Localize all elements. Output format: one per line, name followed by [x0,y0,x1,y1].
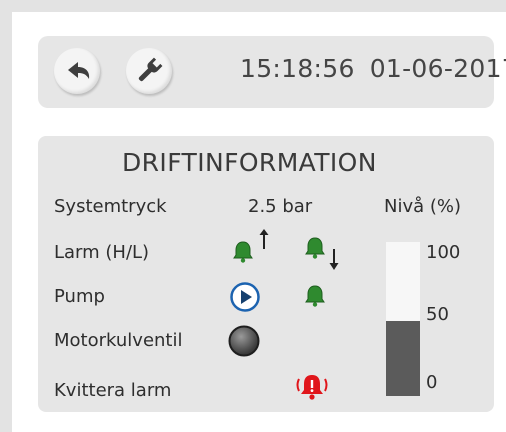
level-header: Nivå (%) [384,196,462,217]
level-tick-50: 50 [426,304,449,325]
toolbar: 15:18:56 01-06-2017 [38,36,506,108]
acknowledge-alarm-label: Kvittera larm [54,380,172,401]
level-tick-100: 100 [426,242,461,263]
panel-title: DRIFTINFORMATION [122,148,377,177]
arrow-down-icon [329,249,339,270]
alarm-hl-label: Larm (H/L) [54,242,150,263]
grey-valve-icon[interactable] [228,325,260,357]
operation-info-panel: DRIFTINFORMATION Systemtryck 2.5 bar Niv… [38,136,494,412]
green-bell-icon[interactable] [304,236,326,260]
system-pressure-label: Systemtryck [54,196,167,217]
system-pressure-value: 2.5 bar [248,196,313,217]
arrow-up-icon [259,229,269,249]
date-text: 01-06-2017 [369,54,506,83]
time-text: 15:18:56 [240,54,355,83]
level-tick-0: 0 [426,372,438,393]
window-frame-left [0,0,12,432]
back-button[interactable] [54,48,100,94]
settings-button[interactable] [126,48,172,94]
wrench-icon [138,57,163,82]
play-icon[interactable] [230,282,260,312]
window-frame-top [0,0,506,12]
level-gauge [386,242,420,396]
motor-valve-label: Motorkulventil [54,330,183,351]
green-bell-icon[interactable] [232,240,254,264]
green-bell-icon[interactable] [304,284,326,308]
clock-display: 15:18:56 01-06-2017 [240,54,506,83]
back-arrow-icon [68,62,90,79]
pump-label: Pump [54,286,105,307]
level-gauge-fill [386,320,420,396]
red-alarm-bell-icon[interactable] [292,372,332,402]
